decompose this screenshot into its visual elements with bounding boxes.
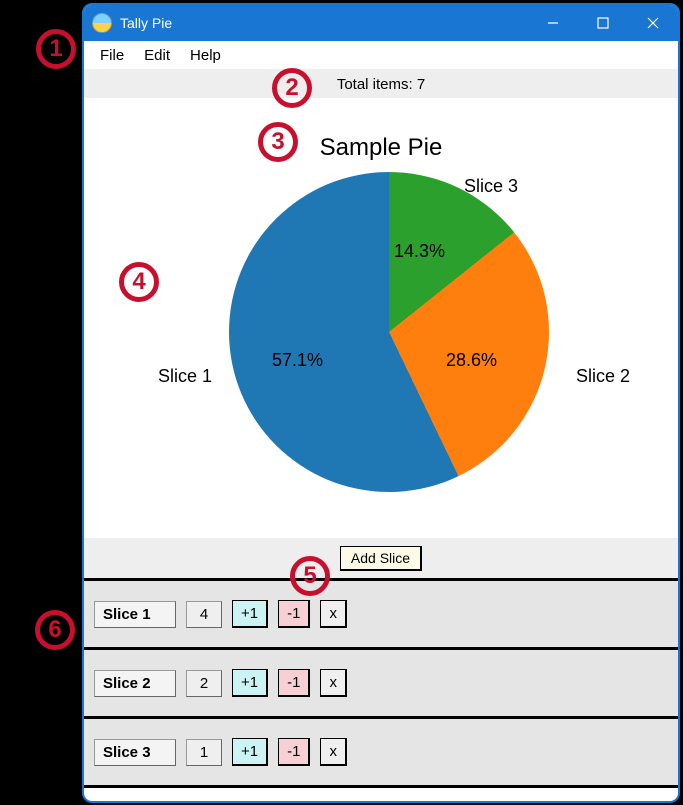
pie-slice-label-2: Slice 2 — [576, 366, 630, 387]
annotation-badge-6: 6 — [35, 610, 75, 650]
annotation-badge-4: 4 — [119, 262, 159, 302]
increment-button[interactable]: +1 — [232, 669, 268, 697]
pie-slice-label-3: Slice 3 — [464, 176, 518, 197]
increment-button[interactable]: +1 — [232, 738, 268, 766]
menu-edit[interactable]: Edit — [134, 45, 180, 66]
close-icon — [646, 16, 660, 30]
slice-rows: Slice 1 4 +1 -1 x Slice 2 2 +1 -1 x Slic… — [84, 578, 678, 788]
pie-percent-3: 14.3% — [394, 241, 445, 262]
window-title: Tally Pie — [120, 15, 172, 31]
slice-count: 1 — [186, 739, 222, 766]
minimize-icon — [546, 16, 560, 30]
menu-file[interactable]: File — [90, 45, 134, 66]
increment-button[interactable]: +1 — [232, 600, 268, 628]
slice-row: Slice 3 1 +1 -1 x — [84, 719, 678, 788]
delete-slice-button[interactable]: x — [320, 669, 347, 697]
slice-row: Slice 1 4 +1 -1 x — [84, 581, 678, 650]
slice-name[interactable]: Slice 2 — [94, 670, 176, 697]
slice-count: 2 — [186, 670, 222, 697]
chart-title: Sample Pie — [84, 134, 678, 162]
delete-slice-button[interactable]: x — [320, 738, 347, 766]
annotation-badge-5: 5 — [290, 556, 330, 596]
annotation-badge-3: 3 — [258, 122, 298, 162]
pie-percent-1: 57.1% — [272, 350, 323, 371]
total-items-label: Total items: 7 — [337, 76, 425, 93]
total-items-bar: Total items: 7 — [84, 70, 678, 98]
add-slice-button[interactable]: Add Slice — [340, 546, 422, 571]
app-window: Tally Pie File Edit Help Total items: 7 … — [82, 3, 680, 803]
decrement-button[interactable]: -1 — [278, 669, 310, 697]
close-button[interactable] — [628, 5, 678, 41]
chart-area: Sample Pie Slice 1 Slice 2 Slice 3 57.1%… — [84, 98, 678, 538]
annotation-badge-1: 1 — [36, 29, 76, 69]
maximize-button[interactable] — [578, 5, 628, 41]
annotation-badge-2: 2 — [272, 68, 312, 108]
delete-slice-button[interactable]: x — [320, 600, 347, 628]
pie-slice-label-1: Slice 1 — [158, 366, 212, 387]
pie-percent-2: 28.6% — [446, 350, 497, 371]
slice-row: Slice 2 2 +1 -1 x — [84, 650, 678, 719]
minimize-button[interactable] — [528, 5, 578, 41]
pie-graphic — [229, 172, 549, 492]
menu-help[interactable]: Help — [180, 45, 231, 66]
decrement-button[interactable]: -1 — [278, 738, 310, 766]
slice-name[interactable]: Slice 1 — [94, 601, 176, 628]
add-slice-bar: Add Slice — [84, 538, 678, 578]
slice-count: 4 — [186, 601, 222, 628]
menubar: File Edit Help — [84, 41, 678, 70]
slice-name[interactable]: Slice 3 — [94, 739, 176, 766]
titlebar: Tally Pie — [84, 5, 678, 41]
maximize-icon — [596, 16, 610, 30]
pie-chart — [229, 172, 549, 492]
app-icon — [92, 13, 112, 33]
decrement-button[interactable]: -1 — [278, 600, 310, 628]
